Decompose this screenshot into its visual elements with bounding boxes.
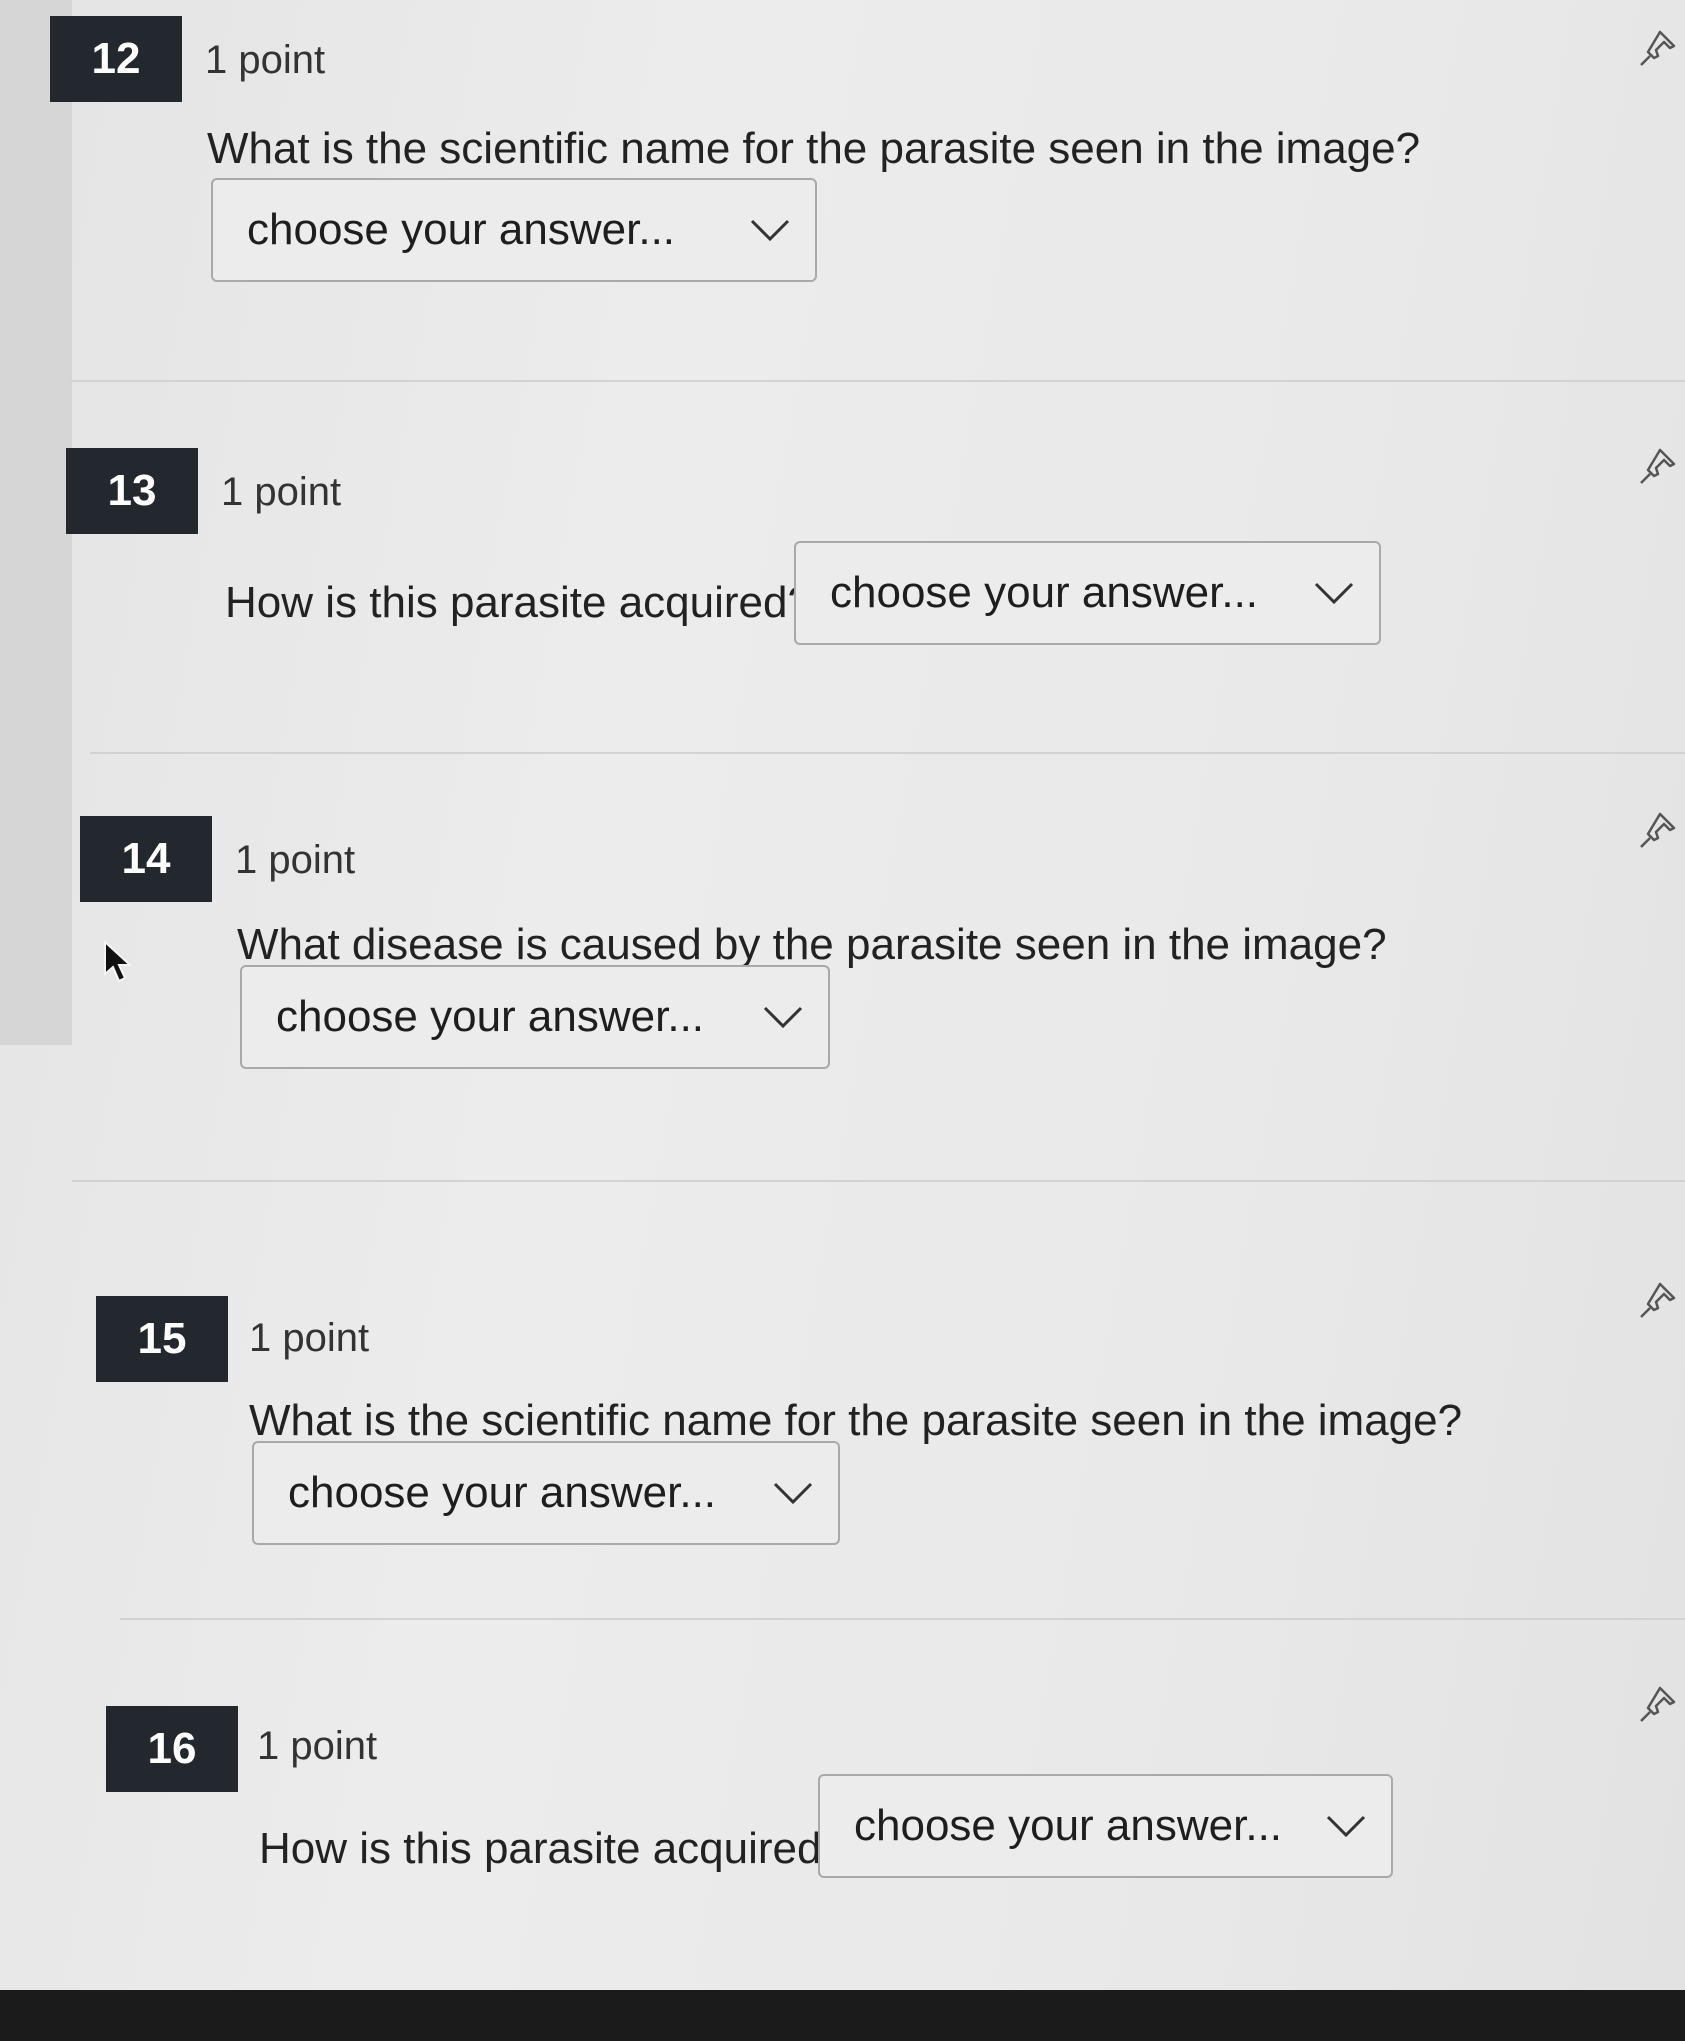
quiz-screen: 12 1 point What is the scientific name f… [0,0,1685,2041]
answer-select[interactable]: choose your answer... [818,1774,1393,1878]
question-text: How is this parasite acquired? [225,578,812,627]
question-number-badge: 14 [80,816,212,902]
question-points: 1 point [249,1316,370,1360]
question-text: How is this parasite acquired? [259,1824,846,1873]
question-number-badge: 13 [66,448,198,534]
chevron-down-icon [763,1006,803,1029]
answer-select[interactable]: choose your answer... [794,541,1381,645]
question-divider [120,1618,1685,1620]
question-divider [72,1180,1685,1182]
select-placeholder: choose your answer... [288,1468,717,1517]
chevron-down-icon [1326,1815,1366,1838]
chevron-down-icon [1314,582,1354,605]
pin-icon[interactable] [1636,1278,1680,1322]
select-placeholder: choose your answer... [247,205,676,254]
mouse-cursor-icon [104,940,133,983]
answer-select[interactable]: choose your answer... [240,965,830,1069]
pin-icon[interactable] [1636,1682,1680,1726]
question-number-badge: 15 [96,1296,228,1382]
question-number-badge: 12 [50,16,182,102]
select-placeholder: choose your answer... [276,992,705,1041]
pin-icon[interactable] [1636,444,1680,488]
question-points: 1 point [205,38,326,82]
question-divider [90,752,1685,754]
chevron-down-icon [773,1482,813,1505]
select-placeholder: choose your answer... [854,1801,1283,1850]
pin-icon[interactable] [1636,26,1680,70]
pin-icon[interactable] [1636,808,1680,852]
question-text: What is the scientific name for the para… [207,124,1421,173]
question-points: 1 point [257,1724,378,1768]
question-points: 1 point [235,838,356,882]
answer-select[interactable]: choose your answer... [252,1441,840,1545]
question-text: What disease is caused by the parasite s… [237,920,1387,969]
chevron-down-icon [750,219,790,242]
select-placeholder: choose your answer... [830,568,1259,617]
question-text: What is the scientific name for the para… [249,1396,1463,1445]
question-divider [70,380,1685,382]
answer-select[interactable]: choose your answer... [211,178,817,282]
question-points: 1 point [221,470,342,514]
question-number-badge: 16 [106,1706,238,1792]
left-gutter [0,0,72,1045]
bottom-screen-edge [0,1990,1685,2041]
